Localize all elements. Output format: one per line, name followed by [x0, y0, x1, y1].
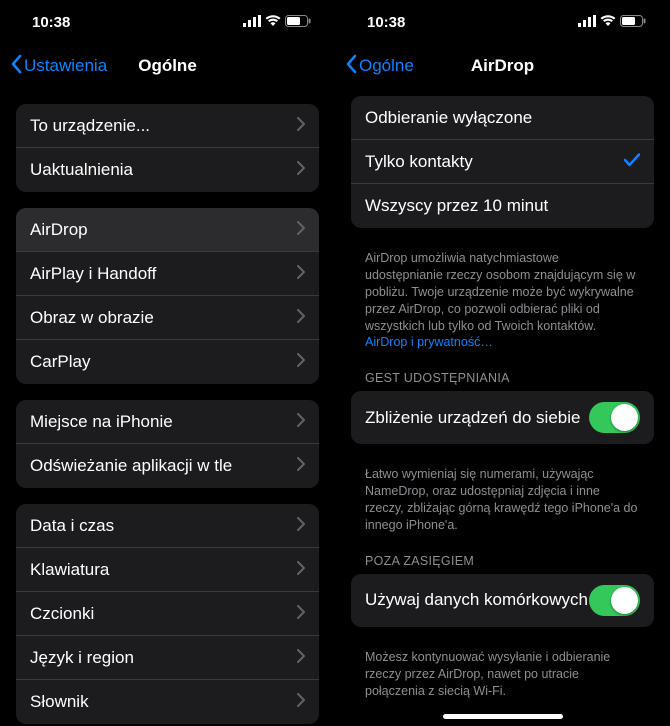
battery-icon — [285, 14, 311, 31]
cellular-icon — [578, 14, 596, 31]
chevron-right-icon — [297, 692, 305, 712]
group-oor: Używaj danych komórkowych — [351, 574, 654, 627]
row-keyboard[interactable]: Klawiatura — [16, 548, 319, 592]
row-label: Klawiatura — [30, 560, 109, 580]
row-pip[interactable]: Obraz w obrazie — [16, 296, 319, 340]
nav-bar: Ustawienia Ogólne — [0, 44, 335, 88]
group-storage: Miejsce na iPhonie Odświeżanie aplikacji… — [16, 400, 319, 488]
chevron-right-icon — [297, 352, 305, 372]
wifi-icon — [600, 14, 616, 31]
status-time: 10:38 — [32, 14, 70, 31]
row-label: AirDrop — [30, 220, 88, 240]
chevron-right-icon — [297, 116, 305, 136]
home-indicator[interactable] — [443, 714, 563, 719]
status-time: 10:38 — [367, 14, 405, 31]
row-label: Używaj danych komórkowych — [365, 590, 588, 610]
row-carplay[interactable]: CarPlay — [16, 340, 319, 384]
battery-icon — [620, 14, 646, 31]
chevron-right-icon — [297, 308, 305, 328]
row-label: Zbliżenie urządzeń do siebie — [365, 408, 580, 428]
row-label: Język i region — [30, 648, 134, 668]
row-receiving-off[interactable]: Odbieranie wyłączone — [351, 96, 654, 140]
row-label: Słownik — [30, 692, 89, 712]
row-language[interactable]: Język i region — [16, 636, 319, 680]
checkmark-icon — [624, 152, 640, 172]
content: Odbieranie wyłączone Tylko kontakty Wszy… — [335, 88, 670, 726]
row-everyone[interactable]: Wszyscy przez 10 minut — [351, 184, 654, 228]
row-label: AirPlay i Handoff — [30, 264, 156, 284]
status-icons — [243, 14, 311, 31]
phone-right: 10:38 Ogólne AirDrop Odbieranie wyłączon… — [335, 0, 670, 726]
back-label: Ogólne — [359, 56, 414, 76]
content: To urządzenie... Uaktualnienia AirDrop A… — [0, 88, 335, 726]
chevron-right-icon — [297, 412, 305, 432]
row-label: Czcionki — [30, 604, 94, 624]
row-label: Data i czas — [30, 516, 114, 536]
chevron-right-icon — [297, 220, 305, 240]
gesture-footer: Łatwo wymieniaj się numerami, używając N… — [351, 460, 654, 538]
row-fonts[interactable]: Czcionki — [16, 592, 319, 636]
group-locale: Data i czas Klawiatura Czcionki Język i … — [16, 504, 319, 724]
status-bar: 10:38 — [335, 0, 670, 44]
toggle-cellular[interactable] — [589, 585, 640, 616]
chevron-left-icon — [345, 54, 357, 79]
oor-footer: Możesz kontynuować wysyłanie i odbierani… — [351, 643, 654, 704]
row-label: Obraz w obrazie — [30, 308, 154, 328]
cellular-icon — [243, 14, 261, 31]
group-airdrop: AirDrop AirPlay i Handoff Obraz w obrazi… — [16, 208, 319, 384]
row-label: Tylko kontakty — [365, 152, 473, 172]
row-label: Miejsce na iPhonie — [30, 412, 173, 432]
row-contacts-only[interactable]: Tylko kontakty — [351, 140, 654, 184]
back-button[interactable]: Ogólne — [345, 54, 414, 79]
chevron-right-icon — [297, 604, 305, 624]
chevron-right-icon — [297, 516, 305, 536]
toggle-gesture[interactable] — [589, 402, 640, 433]
row-bring-together[interactable]: Zbliżenie urządzeń do siebie — [351, 391, 654, 444]
row-storage[interactable]: Miejsce na iPhonie — [16, 400, 319, 444]
privacy-link[interactable]: AirDrop i prywatność… — [365, 335, 493, 349]
row-label: Wszyscy przez 10 minut — [365, 196, 548, 216]
row-label: Odświeżanie aplikacji w tle — [30, 456, 232, 476]
receiving-footer: AirDrop umożliwia natychmiastowe udostęp… — [351, 244, 654, 355]
group-gesture: Zbliżenie urządzeń do siebie — [351, 391, 654, 444]
gesture-header: GEST UDOSTĘPNIANIA — [351, 355, 654, 391]
row-airplay[interactable]: AirPlay i Handoff — [16, 252, 319, 296]
chevron-right-icon — [297, 456, 305, 476]
back-label: Ustawienia — [24, 56, 107, 76]
chevron-right-icon — [297, 160, 305, 180]
back-button[interactable]: Ustawienia — [10, 54, 107, 79]
chevron-right-icon — [297, 264, 305, 284]
row-label: Odbieranie wyłączone — [365, 108, 532, 128]
group-receiving: Odbieranie wyłączone Tylko kontakty Wszy… — [351, 96, 654, 228]
row-dictionary[interactable]: Słownik — [16, 680, 319, 724]
chevron-left-icon — [10, 54, 22, 79]
row-airdrop[interactable]: AirDrop — [16, 208, 319, 252]
row-about[interactable]: To urządzenie... — [16, 104, 319, 148]
row-label: CarPlay — [30, 352, 90, 372]
wifi-icon — [265, 14, 281, 31]
row-cellular[interactable]: Używaj danych komórkowych — [351, 574, 654, 627]
row-label: To urządzenie... — [30, 116, 150, 136]
row-label: Uaktualnienia — [30, 160, 133, 180]
oor-header: POZA ZASIĘGIEM — [351, 538, 654, 574]
row-updates[interactable]: Uaktualnienia — [16, 148, 319, 192]
chevron-right-icon — [297, 648, 305, 668]
phone-left: 10:38 Ustawienia Ogólne To urządzenie... — [0, 0, 335, 726]
row-date[interactable]: Data i czas — [16, 504, 319, 548]
nav-bar: Ogólne AirDrop — [335, 44, 670, 88]
footer-text: AirDrop umożliwia natychmiastowe udostęp… — [365, 251, 635, 333]
chevron-right-icon — [297, 560, 305, 580]
status-bar: 10:38 — [0, 0, 335, 44]
row-refresh[interactable]: Odświeżanie aplikacji w tle — [16, 444, 319, 488]
status-icons — [578, 14, 646, 31]
group-device: To urządzenie... Uaktualnienia — [16, 104, 319, 192]
